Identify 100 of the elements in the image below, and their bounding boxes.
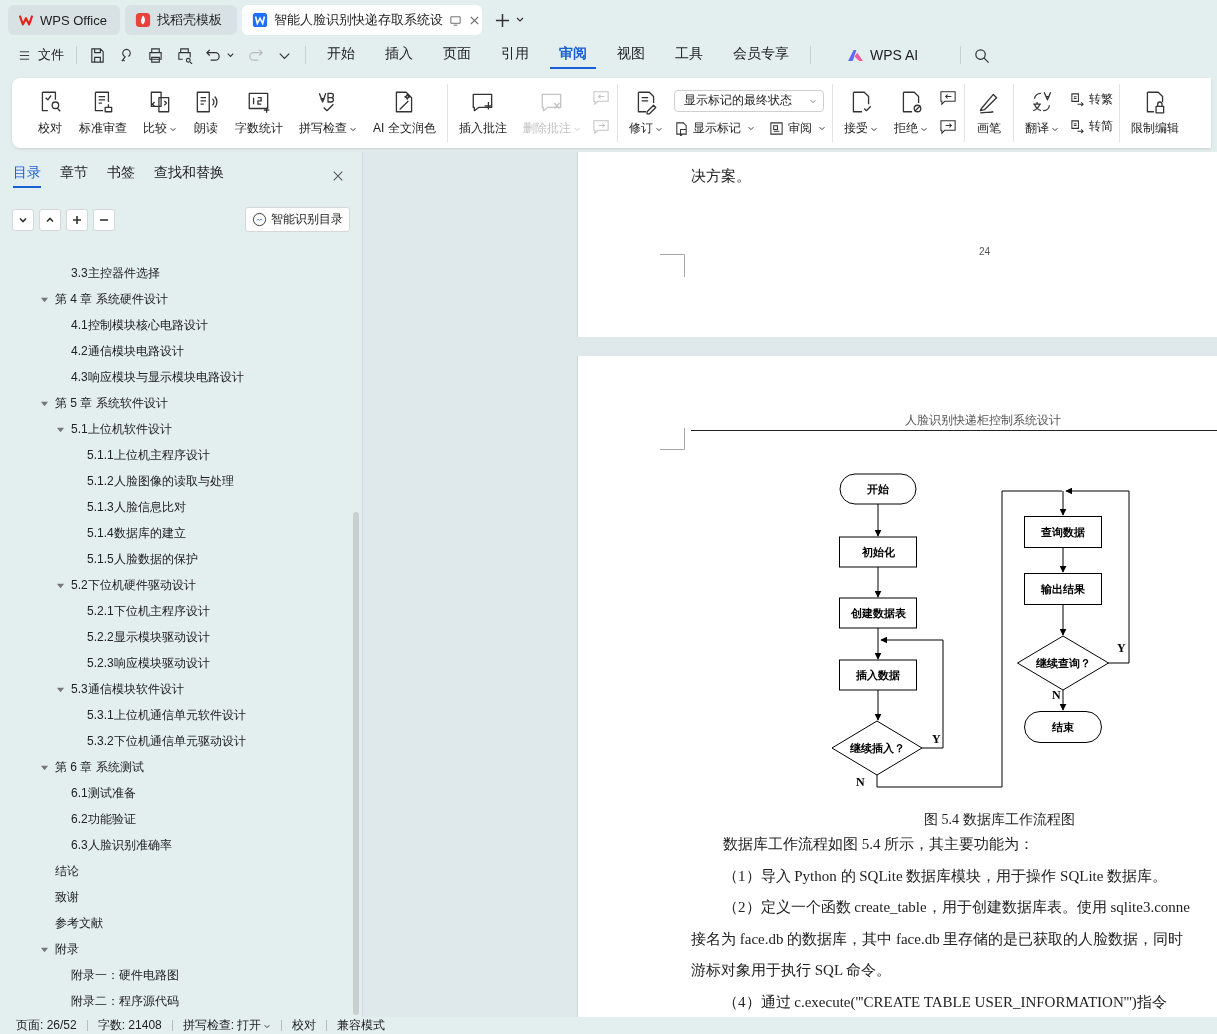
ribbon-button[interactable]: 校对 [32, 86, 68, 140]
file-menu-button[interactable]: 文件 [18, 46, 64, 64]
ribbon-button[interactable]: 转简 [1069, 118, 1113, 135]
document-tab[interactable]: WPS Office [8, 5, 120, 35]
toc-item[interactable]: 附录 [55, 940, 79, 958]
toc-item[interactable]: 3.3主控器件选择 [71, 264, 160, 282]
ribbon-button[interactable]: 审阅 [768, 119, 826, 137]
face-outline-icon [252, 212, 267, 227]
ribbon-button[interactable]: 插入批注 [453, 86, 512, 140]
close-icon[interactable] [332, 169, 344, 182]
toc-item[interactable]: 5.2.1下位机主程序设计 [87, 602, 210, 620]
ribbon-tab[interactable]: 引用 [492, 41, 538, 69]
monitor-icon[interactable] [449, 13, 462, 27]
spellcheck-status[interactable]: 拼写检查: 打开 [182, 1017, 272, 1034]
toc-item[interactable]: 5.3通信模块软件设计 [71, 680, 184, 698]
toc-item[interactable]: 参考文献 [55, 914, 103, 932]
ribbon-button[interactable]: AI 全文润色 [368, 86, 441, 140]
ribbon-tab[interactable]: 视图 [608, 41, 654, 69]
toc-item[interactable]: 5.1.2人脸图像的读取与处理 [87, 472, 234, 490]
branch-label: N [1052, 688, 1061, 702]
proofread-status[interactable]: 校对 [292, 1017, 317, 1034]
page-count[interactable]: 页面: 26/52 [16, 1017, 77, 1034]
save-icon[interactable] [89, 46, 106, 64]
page-number: 24 [979, 246, 991, 257]
convert-arrow-icon [1069, 119, 1085, 134]
sidebar-tab[interactable]: 章节 [60, 163, 88, 188]
toc-item[interactable]: 致谢 [55, 888, 79, 906]
paragraph-text: 游标对象用于执行 SQL 命令。 [691, 961, 893, 980]
ribbon-button[interactable]: 比较 [138, 86, 182, 140]
toc-item[interactable]: 5.3.2下位机通信单元驱动设计 [87, 732, 246, 750]
remove-button[interactable] [93, 208, 115, 231]
collapse-button[interactable] [12, 208, 34, 231]
document-tab[interactable]: 找稻壳模板 [125, 5, 237, 35]
toc-item[interactable]: 5.2.2显示模块驱动设计 [87, 628, 210, 646]
toc-item[interactable]: 6.1测试准备 [71, 784, 136, 802]
toc-item[interactable]: 6.3人脸识别准确率 [71, 836, 172, 854]
ribbon-tab[interactable]: 会员专享 [724, 41, 798, 69]
toc-item[interactable]: 4.2通信模块电路设计 [71, 342, 184, 360]
toc-item[interactable]: 第 5 章 系统软件设计 [55, 394, 168, 412]
toc-item[interactable]: 附录一：硬件电路图 [71, 966, 179, 984]
ribbon-button[interactable]: 朗读 [188, 86, 224, 140]
toc-item[interactable]: 5.1.5人脸数据的保护 [87, 550, 198, 568]
toc-item[interactable]: 结论 [55, 862, 79, 880]
toc-item[interactable]: 4.3响应模块与显示模块电路设计 [71, 368, 244, 386]
ribbon-tab[interactable]: 审阅 [550, 41, 596, 69]
caret-icon[interactable] [226, 50, 235, 60]
ribbon-button[interactable]: 接受 [838, 86, 883, 140]
convert-arrow-icon [1069, 92, 1085, 107]
branch-label: Y [932, 732, 941, 746]
toc-item[interactable]: 5.1.4数据库的建立 [87, 524, 186, 542]
expand-button[interactable] [39, 208, 61, 231]
paragraph-text: （4）通过 c.execute('''CREATE TABLE USER_INFORMATION''')指令 [722, 992, 1168, 1012]
ribbon-button[interactable]: 显示标记 [673, 119, 755, 137]
ai-label: WPS AI [870, 47, 919, 63]
toc-item[interactable]: 第 6 章 系统测试 [55, 758, 144, 776]
toc-item[interactable]: 6.2功能验证 [71, 810, 136, 828]
paragraph-text: 数据库工作流程如图 5.4 所示，其主要功能为： [722, 835, 1036, 854]
plus-icon[interactable] [495, 12, 510, 28]
ai-button[interactable]: WPS AI [823, 47, 949, 63]
ribbon-button[interactable]: 翻译 [1019, 86, 1064, 140]
toc-item[interactable]: 5.3.1上位机通信单元软件设计 [87, 706, 246, 724]
search-icon[interactable] [973, 46, 991, 64]
sidebar-tab[interactable]: 书签 [107, 163, 135, 188]
toc-item[interactable]: 第 4 章 系统硬件设计 [55, 290, 168, 308]
add-button[interactable] [66, 208, 88, 231]
ribbon-button[interactable]: 字数统计 [230, 86, 288, 140]
word-count[interactable]: 字数: 21408 [97, 1017, 162, 1034]
toc-item[interactable]: 5.2.3响应模块驱动设计 [87, 654, 210, 672]
smart-toc-button[interactable]: 智能识别目录 [245, 207, 350, 232]
toc-item[interactable]: 4.1控制模块核心电路设计 [71, 316, 208, 334]
toc-item[interactable]: 5.2下位机硬件驱动设计 [71, 576, 196, 594]
ribbon-tab[interactable]: 页面 [434, 41, 480, 69]
ribbon-tab[interactable]: 工具 [666, 41, 712, 69]
scrollbar-thumb[interactable] [353, 512, 359, 1015]
ribbon-button[interactable]: 修订 [623, 86, 668, 140]
toc-item[interactable]: 5.1.1上位机主程序设计 [87, 446, 210, 464]
ribbon-button[interactable]: 限制编辑 [1125, 86, 1184, 140]
print-icon[interactable] [147, 46, 164, 64]
ribbon-button[interactable]: 标准审查 [74, 86, 132, 140]
sidebar-tab[interactable]: 目录 [13, 163, 41, 188]
comment-arrow-icon[interactable] [938, 118, 958, 137]
toc-item[interactable]: 5.1.3人脸信息比对 [87, 498, 186, 516]
ribbon-button[interactable]: 拒绝 [888, 86, 933, 140]
ribbon-button[interactable]: 拼写检查 [294, 86, 362, 140]
print-preview-icon[interactable] [176, 46, 193, 64]
ribbon-button[interactable]: 转繁 [1069, 91, 1113, 108]
toc-item[interactable]: 附录二：程序源代码 [71, 992, 179, 1010]
comment-arrow-icon[interactable] [938, 89, 958, 108]
ribbon-tab[interactable]: 开始 [318, 41, 364, 69]
ribbon-button[interactable]: 画笔 [970, 86, 1007, 140]
paragraph-text: 决方案。 [691, 167, 751, 186]
toc-item[interactable]: 5.1上位机软件设计 [71, 420, 172, 438]
document-markup-icon [673, 120, 689, 136]
connector-arrow [874, 566, 882, 598]
sidebar-tab[interactable]: 查找和替换 [154, 163, 224, 188]
crop-mark [660, 254, 685, 277]
ribbon-tab[interactable]: 插入 [376, 41, 422, 69]
markup-select[interactable]: 显示标记的最终状态 [673, 89, 824, 112]
caret-icon [817, 124, 826, 132]
document-tab[interactable]: 智能人脸识别快递存取系统设 [242, 5, 482, 35]
